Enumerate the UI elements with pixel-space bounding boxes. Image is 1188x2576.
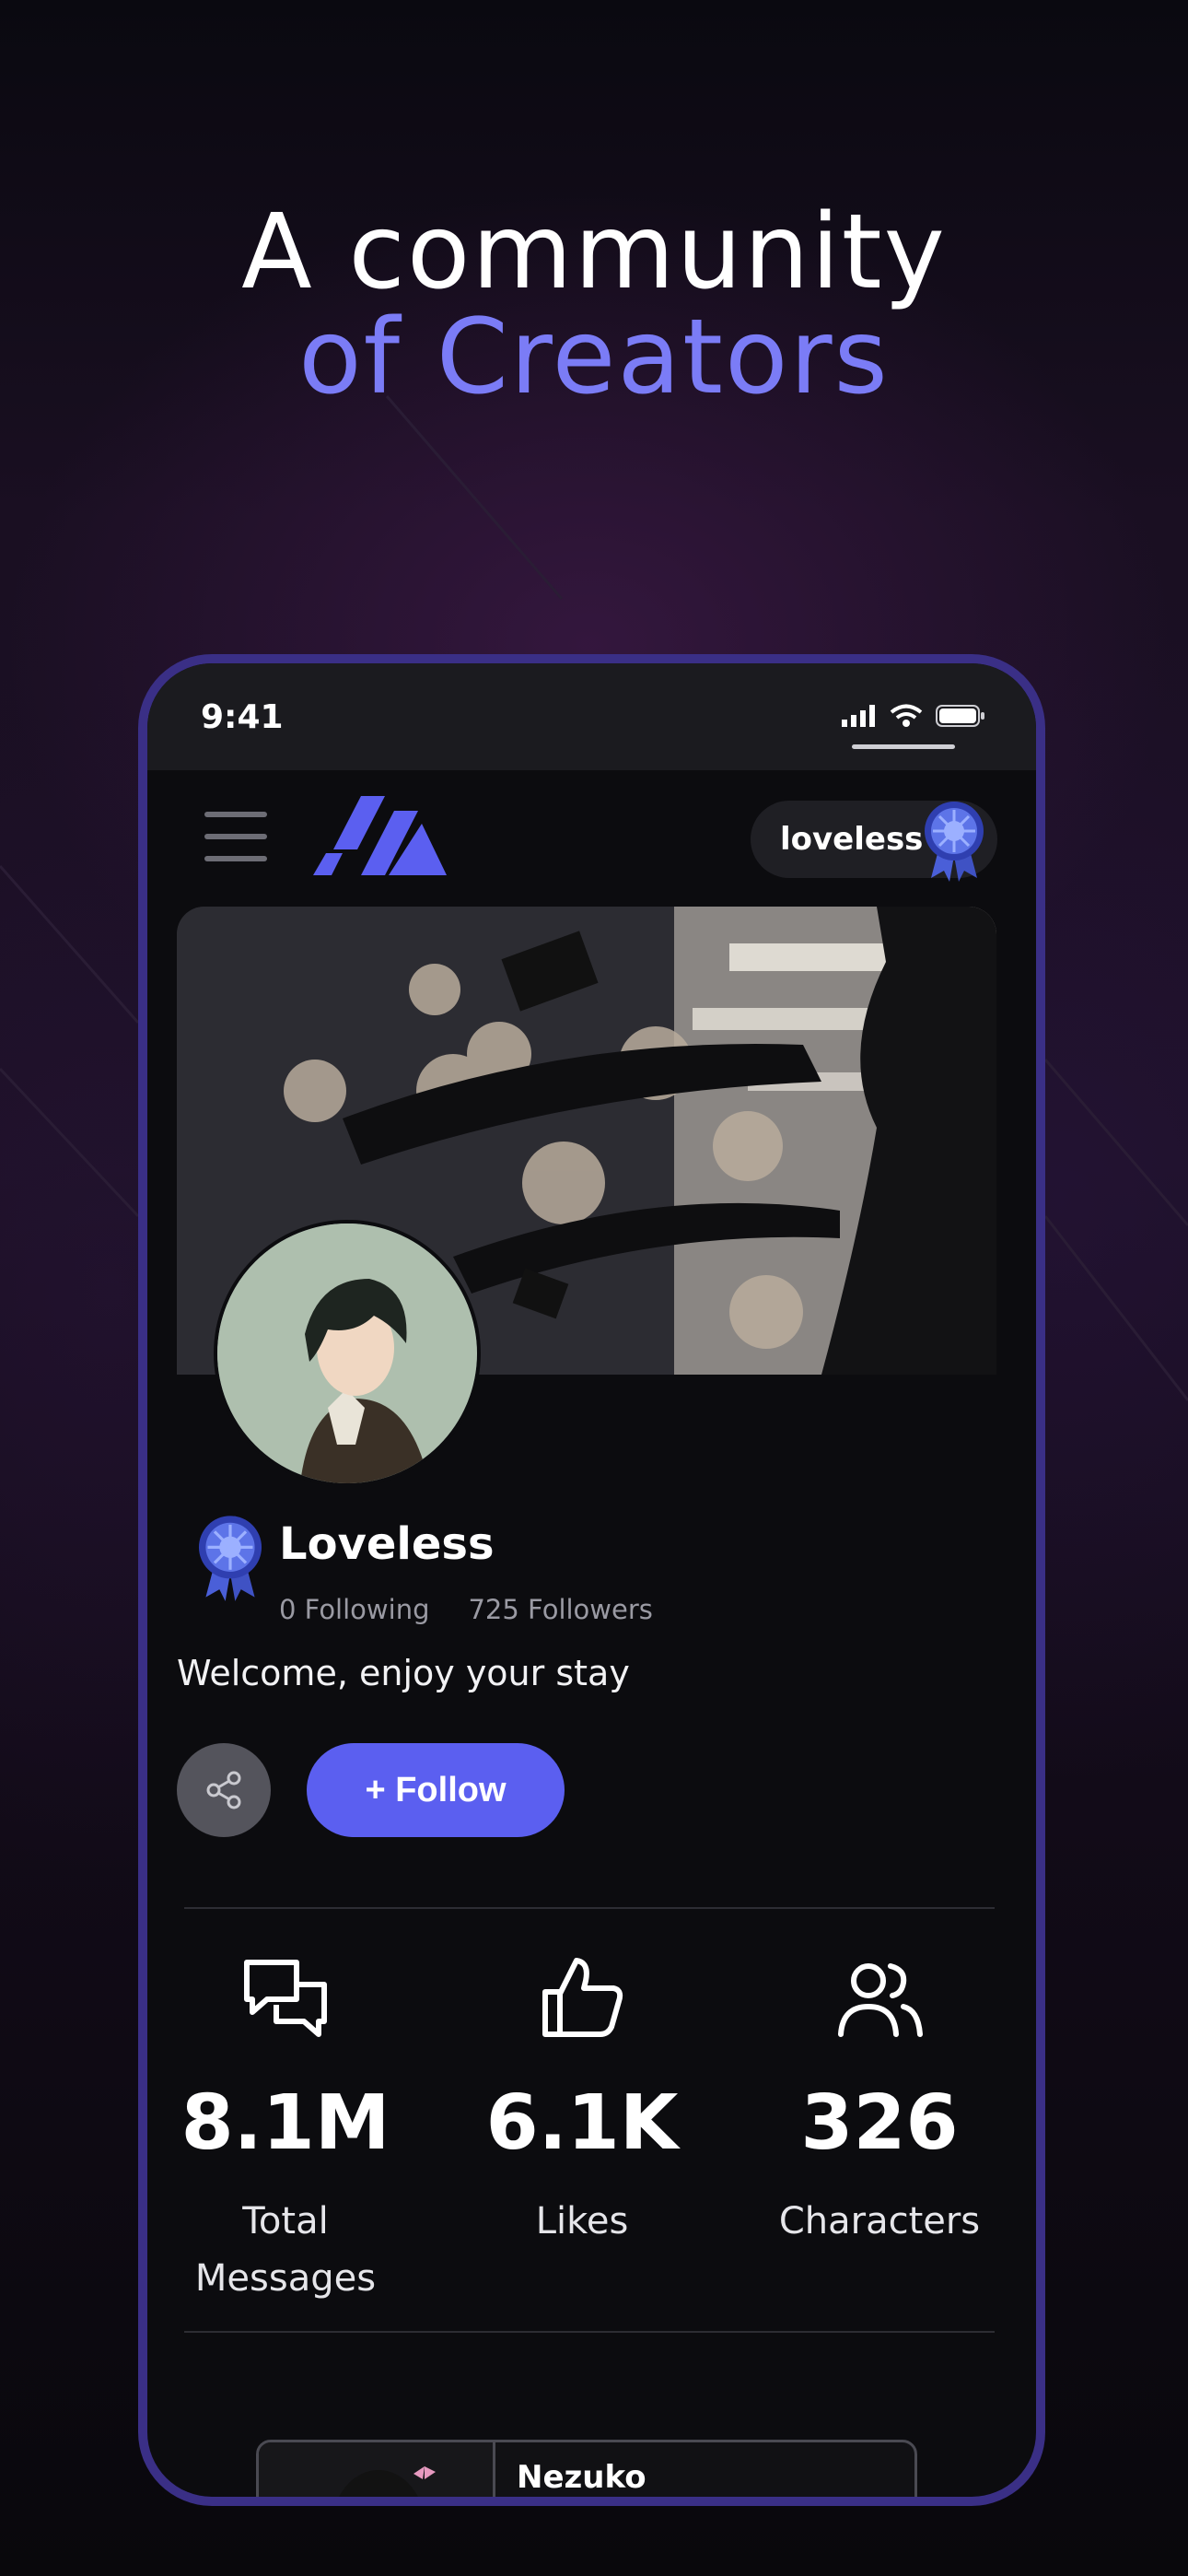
stats-bottom-divider xyxy=(184,2331,995,2333)
follow-counts: 0 Following 725 Followers xyxy=(279,1594,653,1625)
users-icon xyxy=(838,1963,923,2037)
stat-label: Likes xyxy=(535,2200,629,2242)
stat-value: 326 xyxy=(800,2079,959,2167)
user-menu-name: loveless xyxy=(780,821,924,858)
follow-button[interactable]: + Follow xyxy=(307,1743,565,1837)
signal-icon xyxy=(842,705,875,727)
headline: A community of Creators xyxy=(0,201,1188,409)
share-icon xyxy=(206,1771,241,1809)
stat-characters: 326 Characters xyxy=(741,1953,1018,2250)
rosette-badge-icon xyxy=(925,802,984,882)
profile-stats: 8.1M Total Messages 6.1K Likes 326 Chara… xyxy=(147,1953,1036,2359)
thumbs-up-icon xyxy=(542,1958,623,2037)
battery-icon xyxy=(936,705,984,727)
headline-line-2: of Creators xyxy=(298,298,890,417)
stat-value: 8.1M xyxy=(181,2079,390,2167)
character-name: Nezuko xyxy=(517,2459,646,2496)
phone-screen: 9:41 loveless Loveless 0 Following 725 F… xyxy=(147,663,1036,2497)
followers-count[interactable]: 725 Followers xyxy=(468,1594,652,1625)
status-bar: 9:41 xyxy=(147,663,1036,770)
stats-top-divider xyxy=(184,1907,995,1909)
character-thumbnail xyxy=(259,2442,495,2497)
top-bar: loveless xyxy=(147,770,1036,899)
profile-rosette-badge-icon xyxy=(198,1516,262,1601)
phone-frame: 9:41 loveless Loveless 0 Following 725 F… xyxy=(138,654,1045,2506)
home-indicator xyxy=(852,744,955,749)
user-menu-button[interactable]: loveless xyxy=(751,801,997,882)
stat-value: 6.1K xyxy=(485,2079,679,2167)
profile-avatar xyxy=(214,1220,481,1487)
profile-name: Loveless xyxy=(279,1518,495,1570)
status-icons xyxy=(842,704,985,728)
character-card[interactable]: Nezuko xyxy=(256,2440,917,2497)
stat-label: Total Messages xyxy=(194,2200,377,2300)
menu-icon[interactable] xyxy=(204,812,267,863)
headline-line-1: A community xyxy=(241,193,947,312)
stat-total-messages: 8.1M Total Messages xyxy=(147,1953,424,2307)
wifi-icon xyxy=(890,704,923,727)
stat-label: Characters xyxy=(778,2200,981,2242)
status-time: 9:41 xyxy=(201,698,284,736)
chat-bubbles-icon xyxy=(244,1960,327,2037)
share-button[interactable] xyxy=(177,1743,271,1837)
app-logo[interactable] xyxy=(313,796,447,875)
profile-bio: Welcome, enjoy your stay xyxy=(177,1653,630,1693)
stat-likes: 6.1K Likes xyxy=(444,1953,720,2250)
following-count[interactable]: 0 Following xyxy=(279,1594,429,1625)
